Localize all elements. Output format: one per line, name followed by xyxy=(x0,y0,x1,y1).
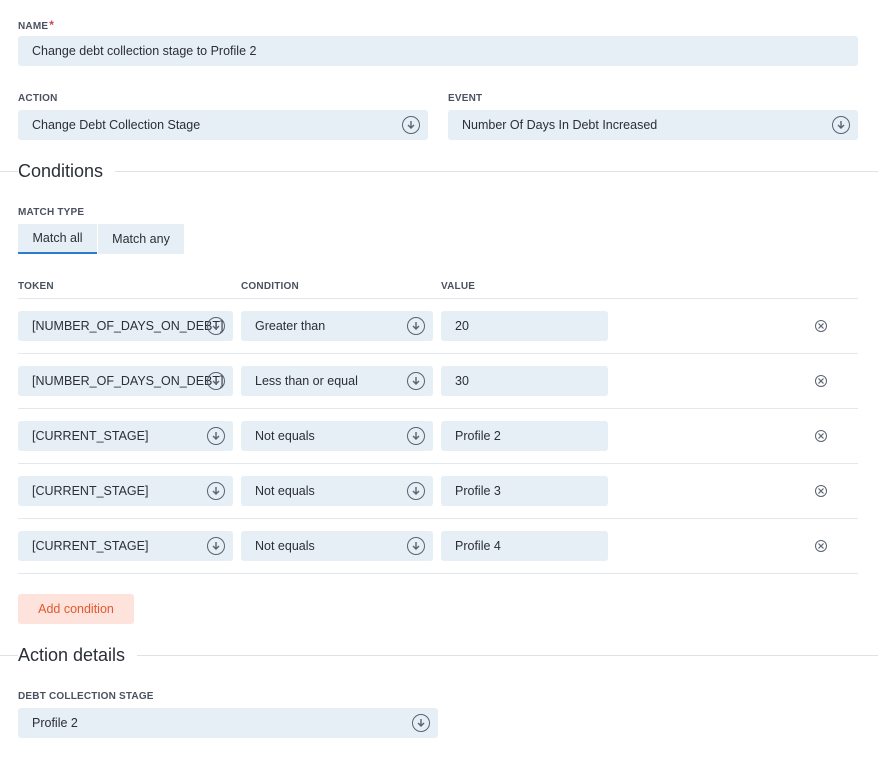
token-select[interactable]: [NUMBER_OF_DAYS_ON_DEBT] xyxy=(18,366,233,396)
action-label: ACTION xyxy=(18,93,58,104)
condition-select[interactable]: Greater than xyxy=(241,311,433,341)
action-details-title: Action details xyxy=(18,645,138,666)
row-divider xyxy=(18,298,858,299)
value-input[interactable]: Profile 2 xyxy=(441,421,608,451)
token-select[interactable]: [CURRENT_STAGE] xyxy=(18,421,233,451)
debt-collection-stage-label: DEBT COLLECTION STAGE xyxy=(18,691,154,702)
condition-select[interactable]: Not equals xyxy=(241,531,433,561)
token-select[interactable]: [CURRENT_STAGE] xyxy=(18,531,233,561)
conditions-title: Conditions xyxy=(18,161,116,182)
event-label: EVENT xyxy=(448,93,483,104)
arrow-down-circle-icon[interactable] xyxy=(207,317,225,335)
add-condition-button[interactable]: Add condition xyxy=(18,594,134,624)
arrow-down-circle-icon[interactable] xyxy=(407,317,425,335)
token-select[interactable]: [NUMBER_OF_DAYS_ON_DEBT] xyxy=(18,311,233,341)
close-circle-icon[interactable] xyxy=(815,485,827,497)
match-type-label: MATCH TYPE xyxy=(18,207,85,218)
action-select[interactable]: Change Debt Collection Stage xyxy=(18,110,428,140)
event-select[interactable]: Number Of Days In Debt Increased xyxy=(448,110,858,140)
close-circle-icon[interactable] xyxy=(815,540,827,552)
row-divider xyxy=(18,353,858,354)
arrow-down-circle-icon[interactable] xyxy=(407,482,425,500)
arrow-down-circle-icon[interactable] xyxy=(412,714,430,732)
arrow-down-circle-icon[interactable] xyxy=(207,537,225,555)
close-circle-icon[interactable] xyxy=(815,430,827,442)
row-divider xyxy=(18,463,858,464)
arrow-down-circle-icon[interactable] xyxy=(207,482,225,500)
match-type-toggle: Match all Match any xyxy=(18,224,184,254)
close-circle-icon[interactable] xyxy=(815,320,827,332)
value-input[interactable]: Profile 4 xyxy=(441,531,608,561)
value-column-header: VALUE xyxy=(441,281,476,292)
token-column-header: TOKEN xyxy=(18,281,54,292)
arrow-down-circle-icon[interactable] xyxy=(407,427,425,445)
arrow-down-circle-icon[interactable] xyxy=(207,427,225,445)
token-select[interactable]: [CURRENT_STAGE] xyxy=(18,476,233,506)
name-input[interactable]: Change debt collection stage to Profile … xyxy=(18,36,858,66)
match-all-button[interactable]: Match all xyxy=(18,224,97,254)
debt-collection-stage-select[interactable]: Profile 2 xyxy=(18,708,438,738)
conditions-divider xyxy=(0,171,878,172)
arrow-down-circle-icon[interactable] xyxy=(832,116,850,134)
value-input[interactable]: 30 xyxy=(441,366,608,396)
match-any-button[interactable]: Match any xyxy=(98,224,184,254)
condition-column-header: CONDITION xyxy=(241,281,299,292)
arrow-down-circle-icon[interactable] xyxy=(407,537,425,555)
row-divider xyxy=(18,408,858,409)
condition-select[interactable]: Less than or equal xyxy=(241,366,433,396)
arrow-down-circle-icon[interactable] xyxy=(207,372,225,390)
required-mark: * xyxy=(49,18,55,32)
condition-select[interactable]: Not equals xyxy=(241,476,433,506)
name-label: NAME* xyxy=(18,18,55,32)
row-divider xyxy=(18,573,858,574)
condition-select[interactable]: Not equals xyxy=(241,421,433,451)
value-input[interactable]: Profile 3 xyxy=(441,476,608,506)
value-input[interactable]: 20 xyxy=(441,311,608,341)
row-divider xyxy=(18,518,858,519)
close-circle-icon[interactable] xyxy=(815,375,827,387)
arrow-down-circle-icon[interactable] xyxy=(407,372,425,390)
arrow-down-circle-icon[interactable] xyxy=(402,116,420,134)
